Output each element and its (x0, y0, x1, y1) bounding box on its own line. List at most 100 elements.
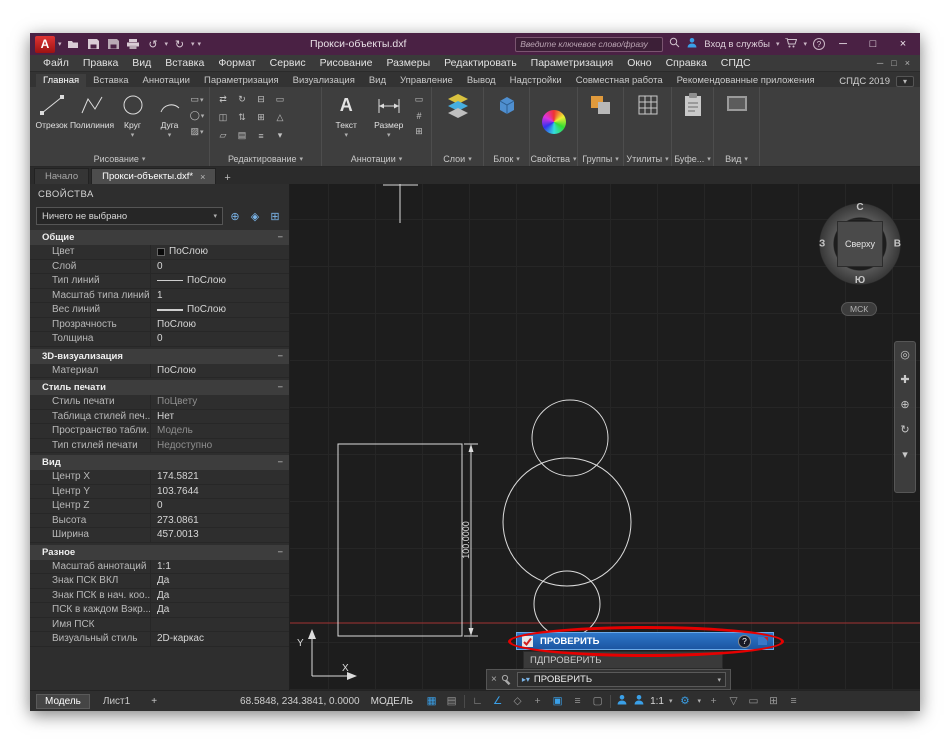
annotation-scale[interactable]: 1:1 (650, 696, 664, 707)
tab-output[interactable]: Вывод (460, 74, 503, 87)
layout1-tab[interactable]: Лист1 (95, 695, 138, 708)
panel-utilities-label[interactable]: Утилиты▾ (624, 152, 671, 166)
plus-icon[interactable]: + (706, 695, 721, 707)
orbit-icon[interactable]: ↻ (900, 423, 909, 436)
tab-annotate[interactable]: Аннотации (135, 74, 197, 87)
menu-modify[interactable]: Редактировать (437, 57, 524, 69)
store-cart-icon[interactable] (785, 38, 797, 51)
steering-wheel-icon[interactable]: ◎ (900, 348, 910, 361)
panel-annotation-label[interactable]: Аннотации▾ (322, 152, 431, 166)
annotation-scale-caret-icon[interactable]: ▾ (669, 697, 673, 705)
edit-tool-icon[interactable]: ◫ (214, 111, 232, 124)
viewcube-top-face[interactable]: Сверху (837, 221, 883, 267)
command-input-field[interactable]: ▸▾ ▾ (517, 672, 726, 687)
properties-colorwheel-icon[interactable] (542, 110, 566, 134)
command-history-caret-icon[interactable]: ▾ (717, 676, 721, 684)
panel-clipboard-label[interactable]: Буфе...▾ (672, 152, 713, 166)
menu-file[interactable]: Файл (36, 57, 76, 69)
menu-parametric[interactable]: Параметризация (524, 57, 621, 69)
table-icon[interactable]: # (411, 109, 427, 122)
ucs-badge[interactable]: МСК (841, 302, 877, 316)
save-as-icon[interactable] (105, 37, 122, 52)
signin-label[interactable]: Вход в службы (704, 39, 770, 50)
panel-properties-label[interactable]: Свойства▾ (530, 152, 577, 166)
search-icon[interactable] (669, 37, 680, 51)
graphics-performance-icon[interactable]: ▭ (746, 695, 761, 707)
section-view[interactable]: Вид− (30, 455, 289, 470)
navbar-more-icon[interactable]: ▾ (902, 448, 908, 461)
close-button[interactable]: × (891, 38, 915, 50)
clean-screen-icon[interactable]: ⊞ (766, 695, 781, 707)
web-mobile-icon[interactable] (616, 694, 628, 708)
share-drawing-icon[interactable] (633, 694, 645, 708)
panel-draw-label[interactable]: Рисование▾ (30, 152, 209, 166)
section-plotstyle[interactable]: Стиль печати− (30, 380, 289, 395)
command-suggestion-secondary[interactable]: ПДПРОВЕРИТЬ (523, 651, 723, 669)
edit-tool-icon[interactable]: ▤ (233, 129, 251, 142)
app-menu-caret-icon[interactable]: ▾ (58, 40, 62, 48)
menu-edit[interactable]: Правка (76, 57, 125, 69)
tab-visualize[interactable]: Визуализация (286, 74, 362, 87)
print-icon[interactable] (125, 37, 142, 52)
edit-tool-icon[interactable]: ↻ (233, 93, 251, 106)
dimension-tool[interactable]: Размер ▾ (369, 91, 410, 139)
space-indicator[interactable]: МОДЕЛЬ (371, 696, 413, 707)
undo-icon[interactable]: ↺ (145, 37, 162, 52)
tab-spds-2019[interactable]: СПДС 2019 (839, 76, 890, 87)
mdi-close-icon[interactable]: × (905, 58, 910, 68)
polyline-tool[interactable]: Полилиния (71, 91, 113, 130)
user-icon[interactable] (686, 37, 698, 51)
lineweight-icon[interactable]: ≡ (570, 695, 585, 707)
viewcube-west[interactable]: З (819, 239, 825, 250)
command-close-icon[interactable]: × (491, 674, 497, 685)
grid-mode-icon[interactable]: ▦ (424, 695, 439, 707)
text-caret-icon[interactable]: ▾ (344, 131, 348, 139)
command-help-icon[interactable]: ? (738, 635, 751, 648)
ortho-mode-icon[interactable]: ∟ (470, 695, 485, 707)
edit-tool-icon[interactable]: ▾ (271, 129, 289, 142)
tab-home[interactable]: Главная (36, 74, 86, 87)
object-snap-icon[interactable]: ▣ (550, 695, 565, 707)
layers-icon[interactable] (441, 91, 475, 119)
isolate-objects-icon[interactable]: ▽ (726, 695, 741, 707)
markup-icon[interactable]: ⊞ (411, 125, 427, 138)
minimize-button[interactable]: ─ (831, 38, 855, 50)
panel-modify-label[interactable]: Редактирование▾ (210, 152, 321, 166)
block-icon[interactable] (490, 91, 524, 119)
ribbon-options-icon[interactable]: ▾ (896, 76, 914, 87)
search-input[interactable] (515, 37, 663, 52)
panel-layers-label[interactable]: Слои▾ (432, 152, 483, 166)
services-caret-icon[interactable]: ▾ (803, 40, 807, 48)
tab-manage[interactable]: Управление (393, 74, 460, 87)
drawing-canvas[interactable]: 100.0000 Y X С Ю З В Сверху МСК (290, 184, 920, 690)
redo-caret-icon[interactable]: ▾ (191, 40, 195, 48)
edit-tool-icon[interactable]: ≡ (252, 129, 270, 142)
viewcube-south[interactable]: Ю (855, 275, 865, 286)
open-icon[interactable] (65, 37, 82, 52)
section-3d[interactable]: 3D-визуализация− (30, 349, 289, 364)
menu-format[interactable]: Формат (211, 57, 262, 69)
model-tab[interactable]: Модель (36, 694, 90, 709)
tab-start[interactable]: Начало (34, 168, 89, 184)
menu-tools[interactable]: Сервис (263, 57, 313, 69)
menu-view[interactable]: Вид (125, 57, 158, 69)
text-tool[interactable]: А Текст ▾ (326, 91, 367, 139)
arc-caret-icon[interactable]: ▾ (168, 131, 172, 139)
tab-collaborate[interactable]: Совместная работа (569, 74, 670, 87)
menu-window[interactable]: Окно (620, 57, 658, 69)
ellipse-icon[interactable]: ◯▾ (189, 109, 205, 122)
edit-tool-icon[interactable]: ▱ (214, 129, 232, 142)
tab-addins[interactable]: Надстройки (503, 74, 569, 87)
workspace-caret-icon[interactable]: ▾ (698, 697, 702, 705)
toggle-pickadd-icon[interactable]: ⊕ (227, 208, 243, 224)
circle-caret-icon[interactable]: ▾ (131, 131, 135, 139)
section-misc[interactable]: Разное− (30, 545, 289, 560)
tab-parametric[interactable]: Параметризация (197, 74, 286, 87)
save-icon[interactable] (85, 37, 102, 52)
maximize-button[interactable]: □ (861, 38, 885, 50)
workspace-gear-icon[interactable]: ⚙ (678, 695, 693, 707)
help-icon[interactable]: ? (813, 38, 825, 50)
leader-icon[interactable]: ▭ (411, 93, 427, 106)
edit-tool-icon[interactable]: ⇅ (233, 111, 251, 124)
edit-tool-icon[interactable]: ▭ (271, 93, 289, 106)
